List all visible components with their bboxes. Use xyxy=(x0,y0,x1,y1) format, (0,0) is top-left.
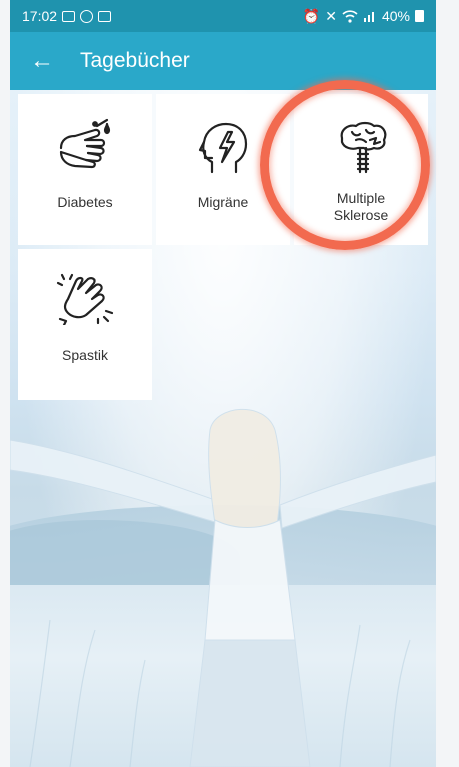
diary-tile-multiple-sklerose[interactable]: Multiple Sklerose xyxy=(294,94,428,245)
tile-label-migraene: Migräne xyxy=(197,194,249,210)
status-bar: 17:02 ⏰ ✕ 40% xyxy=(10,0,436,32)
news-notification-icon xyxy=(98,10,112,22)
tile-label-multiple-sklerose-line2: Sklerose xyxy=(333,207,389,223)
cramping-hand-icon xyxy=(56,273,114,325)
mute-icon: ✕ xyxy=(325,7,337,24)
wifi-icon xyxy=(342,9,358,23)
status-time: 17:02 xyxy=(22,8,58,24)
finger-prick-icon xyxy=(59,118,111,169)
diary-tile-spastik[interactable]: Spastik xyxy=(18,249,152,400)
page-title: Tagebücher xyxy=(80,49,190,72)
alarm-icon: ⏰ xyxy=(302,7,321,24)
tile-label-spastik: Spastik xyxy=(62,347,108,363)
diary-tile-diabetes[interactable]: Diabetes xyxy=(18,94,152,245)
diary-tile-migraene[interactable]: Migräne xyxy=(156,94,290,245)
tile-label-multiple-sklerose-line1: Multiple xyxy=(336,190,386,206)
back-arrow-icon[interactable]: ← xyxy=(30,49,60,73)
battery-icon xyxy=(415,10,424,22)
app-bar: ← Tagebücher xyxy=(10,32,436,90)
battery-percent: 40% xyxy=(381,8,410,24)
whatsapp-notification-icon xyxy=(80,9,94,23)
signal-icon xyxy=(363,12,374,22)
tile-label-diabetes: Diabetes xyxy=(57,194,113,210)
head-lightning-icon xyxy=(198,122,248,174)
brain-spine-icon xyxy=(340,121,387,174)
app-screen: 17:02 ⏰ ✕ 40% ← Tagebücher Diabetes Migr… xyxy=(10,0,436,767)
gallery-notification-icon xyxy=(62,10,76,22)
phone-frame: 17:02 ⏰ ✕ 40% ← Tagebücher Diabetes Migr… xyxy=(0,0,459,767)
